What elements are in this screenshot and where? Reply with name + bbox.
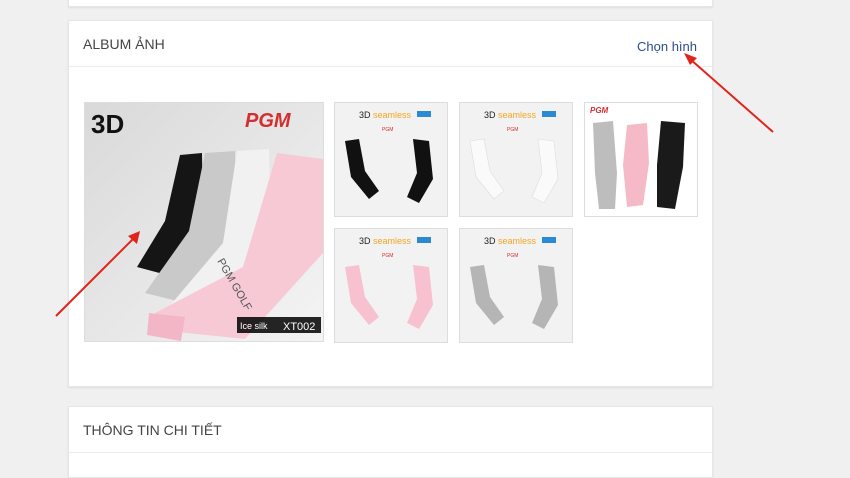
main-brand-logo: PGM xyxy=(245,110,292,132)
album-header: ALBUM ẢNH Chọn hình xyxy=(69,21,712,67)
main-product-line: Ice silk xyxy=(240,321,268,331)
album-thumbnail[interactable]: 3D seamless PGM xyxy=(334,228,448,343)
choose-image-link[interactable]: Chọn hình xyxy=(637,39,697,54)
detail-section: THÔNG TIN CHI TIẾT xyxy=(68,406,713,478)
album-thumbnail[interactable]: 3D seamless PGM xyxy=(334,102,448,217)
thumb-heading-seamless: seamless xyxy=(498,236,537,246)
thumb-brand: PGM xyxy=(382,127,393,133)
album-main-image[interactable]: 3D PGM PGM GOLF Ice silk XT002 xyxy=(84,102,324,342)
album-thumbnail[interactable]: 3D seamless PGM xyxy=(459,102,573,217)
thumb-heading-seamless: seamless xyxy=(373,236,412,246)
main-model-code: XT002 xyxy=(283,321,315,333)
thumb-heading-3d: 3D xyxy=(484,236,496,246)
thumb-heading-3d: 3D xyxy=(359,110,371,120)
thumb-heading-seamless: seamless xyxy=(373,110,412,120)
album-thumbnail[interactable]: 3D seamless PGM xyxy=(459,228,573,343)
main-3d-badge: 3D xyxy=(91,109,124,139)
album-title: ALBUM ẢNH xyxy=(83,36,165,52)
thumb-heading-3d: 3D xyxy=(484,110,496,120)
thumb-heading-seamless: seamless xyxy=(498,110,537,120)
album-thumbnail[interactable]: PGM xyxy=(584,102,698,217)
thumb-brand: PGM xyxy=(382,253,393,259)
detail-header: THÔNG TIN CHI TIẾT xyxy=(69,407,712,453)
thumb-brand: PGM xyxy=(507,253,518,259)
thumb-brand: PGM xyxy=(507,127,518,133)
thumb-brand: PGM xyxy=(590,106,609,115)
previous-section-card xyxy=(68,0,713,7)
detail-title: THÔNG TIN CHI TIẾT xyxy=(83,422,222,438)
thumb-heading-3d: 3D xyxy=(359,236,371,246)
album-section: ALBUM ẢNH Chọn hình 3D PGM PGM GOLF Ice … xyxy=(68,20,713,387)
